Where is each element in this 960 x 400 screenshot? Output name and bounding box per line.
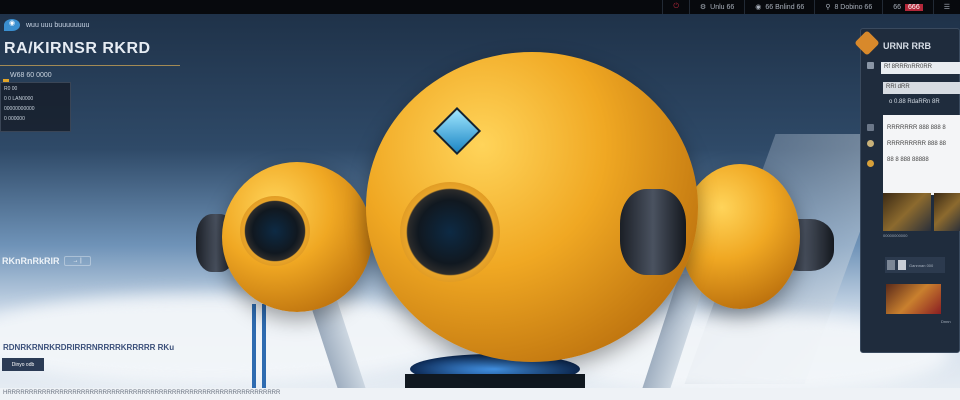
footer-text: HRRRRRRRRRRRRRRRRRRRRRRRRRRRRRRRRRRRRRRR… (0, 388, 960, 400)
list-text: Gannnan 000 (909, 262, 934, 268)
top-bar: ⏻ ⚙ Unlu 66 ◉ 66 Bnlind 66 ⚲ 8 Dobino 66 66… (0, 0, 960, 14)
panel-title: URNR RRB (883, 41, 931, 51)
thumbnail-caption: 00000000000 (883, 233, 908, 238)
thumbnail[interactable] (883, 193, 931, 231)
left-pod-lens (240, 196, 310, 266)
search-input[interactable]: Rf 8RRRnRR0RR (881, 62, 960, 74)
right-pod-sphere (680, 164, 800, 309)
brand[interactable]: ◉ wuu uuu buuuuuuuu (4, 19, 89, 31)
hero-description: RDNRKRNRKRDRIRRRNRRRRKRRRRR RKu (3, 343, 175, 352)
box-line: RRRRRRRRR 888 88 (887, 141, 947, 147)
hero-title: RA/KIRNSR RKRD (4, 40, 151, 57)
side-panel: URNR RRB Rf 8RRRnRR0RR RRl dRR o 0.88 Rd… (854, 28, 960, 353)
cta-button[interactable]: Dinyo odb (2, 358, 44, 371)
topbar-item[interactable]: ⚲ 8 Dobino 66 (814, 0, 882, 14)
panel-option[interactable]: o 0.88 RdaRRn 8R (889, 99, 940, 105)
cable (262, 304, 266, 394)
bookmark-icon[interactable] (867, 62, 874, 69)
list-icon[interactable] (867, 124, 874, 131)
info-card[interactable]: R0 00 0 0 LAN0000 00000000000 0 000000 (0, 82, 71, 132)
card-line: 00000000000 (4, 106, 35, 112)
card-line: 0 0 LAN0000 (4, 96, 34, 102)
alert-badge: 666 (905, 3, 923, 11)
user-icon: ◉ (755, 4, 762, 11)
tag-pill-button[interactable]: → | (63, 256, 91, 266)
cloud (0, 294, 460, 384)
topbar-item[interactable]: ◉ 66 Bnlind 66 (744, 0, 814, 14)
promo-text: Dnnn (941, 319, 951, 324)
brand-name: wuu uuu buuuuuuuu (26, 21, 90, 29)
card-line: R0 00 (4, 86, 18, 92)
card-line: 0 000000 (4, 116, 25, 122)
promo-image[interactable] (886, 284, 941, 314)
box-line: 88 8 888 88888 (887, 157, 929, 163)
grid-icon (898, 260, 906, 270)
main-lens (400, 182, 500, 282)
list-row[interactable]: Gannnan 000 (885, 257, 945, 273)
circle-icon[interactable] (867, 140, 874, 147)
topbar-item[interactable]: ⚙ Unlu 66 (688, 0, 744, 14)
info-box: RRRRRRR 888 888 8 RRRRRRRRR 888 88 88 8 … (883, 115, 960, 195)
box-line: RRRRRRR 888 888 8 (887, 125, 946, 131)
cable (252, 304, 256, 394)
tag-label: RKnRnRkRIR (2, 256, 60, 266)
logo-icon: ◉ (4, 19, 20, 31)
divider (0, 65, 180, 66)
menu-icon[interactable]: ☰ (932, 0, 960, 14)
tag-row: RKnRnRkRIR → | (2, 256, 91, 266)
text-field[interactable]: RRl dRR (883, 82, 960, 94)
power-icon[interactable]: ⏻ (662, 0, 689, 14)
main-side-cap (620, 189, 686, 275)
subnav-label[interactable]: W68 60 0000 (10, 72, 52, 79)
thumbnail[interactable] (934, 193, 960, 231)
doc-icon (887, 260, 895, 270)
settings-icon: ⚙ (699, 4, 707, 11)
topbar-item[interactable]: 66 666 (882, 0, 932, 14)
gear-icon[interactable] (867, 160, 874, 167)
search-icon: ⚲ (825, 4, 831, 11)
